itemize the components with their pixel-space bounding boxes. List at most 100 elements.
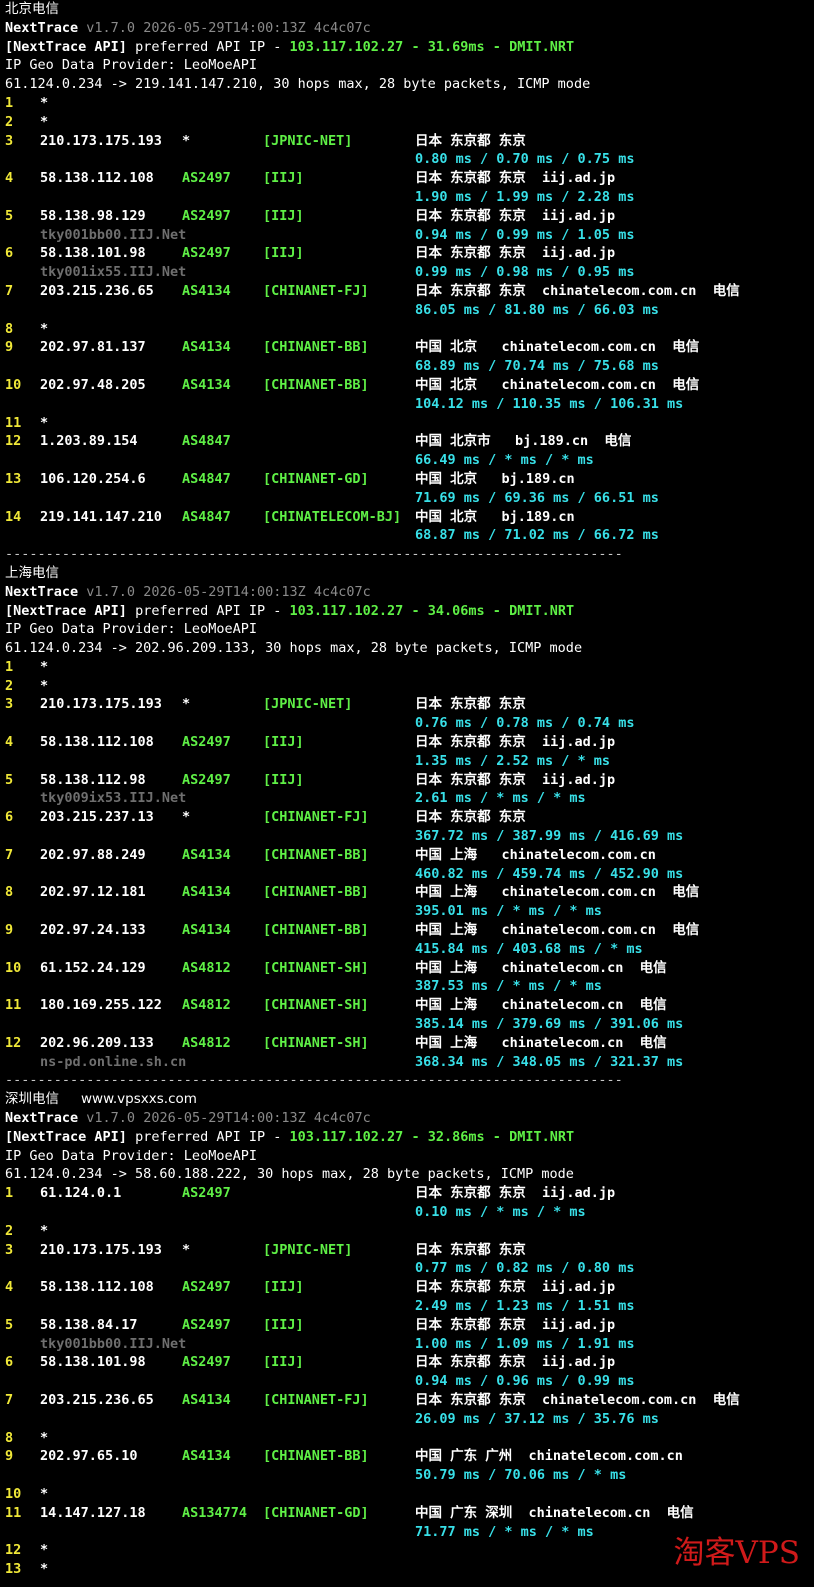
hop-ip: 202.97.12.181 (40, 884, 146, 901)
section-separator: ----------------------------------------… (5, 546, 623, 563)
hop-row: 1 * (5, 658, 814, 677)
api-ip: 103.117.102.27 (289, 1128, 404, 1145)
hop-row: 10 61.152.24.129 AS4812 [CHINANET-SH] 中国 上海 … (5, 959, 814, 978)
hop-rtt: 26.09 ms / 37.12 ms / 35.76 ms (415, 1410, 659, 1427)
hop-netname: [CHINANET-FJ] (263, 282, 369, 299)
hop-asn: AS2497 (182, 1354, 231, 1371)
hop-number: 4 (5, 170, 14, 187)
hop-row: 7 203.215.236.65 AS4134 [CHINANET-FJ] 日本 东京都… (5, 1391, 814, 1410)
hop-netname: [JPNIC-NET] (263, 696, 353, 713)
api-prefix: [NextTrace API] (5, 38, 127, 55)
hop-number: 9 (5, 1448, 14, 1465)
hop-geo: 中国 北京 chinatelecom.com.cn 电信 (415, 376, 700, 393)
hop-asn: AS4847 (182, 508, 231, 525)
hop-number: 7 (5, 846, 14, 863)
hop-number: 6 (5, 809, 14, 826)
hop-ip: 58.138.98.129 (40, 207, 146, 224)
hop-detail-row: tky001bb00.IIJ.Net 0.94 ms / 0.99 ms / 1.… (5, 226, 814, 245)
hop-row: 2 * (5, 1222, 814, 1241)
hop-asn: AS4134 (182, 1391, 231, 1408)
hop-ip: 61.152.24.129 (40, 959, 146, 976)
hop-asn: AS4134 (182, 884, 231, 901)
hop-rtt: 0.80 ms / 0.70 ms / 0.75 ms (415, 151, 635, 168)
hop-ip: 58.138.84.17 (40, 1316, 138, 1333)
hop-ip: 58.138.112.108 (40, 1279, 154, 1296)
hop-geo: 日本 东京都 东京 iij.ad.jp (415, 170, 616, 187)
hop-geo: 日本 东京都 东京 iij.ad.jp (415, 734, 616, 751)
hop-rtt: 1.35 ms / 2.52 ms / * ms (415, 752, 611, 769)
hop-ip: 106.120.254.6 (40, 470, 146, 487)
hop-rtt: 0.76 ms / 0.78 ms / 0.74 ms (415, 715, 635, 732)
hop-row: 9 202.97.24.133 AS4134 [CHINANET-BB] 中国 上海 c… (5, 921, 814, 940)
hop-geo: 中国 广东 深圳 chinatelecom.cn 电信 (415, 1504, 694, 1521)
hop-asn: AS2497 (182, 207, 231, 224)
api-latency: 32.86ms (427, 1128, 485, 1145)
api-ip: 103.117.102.27 (289, 602, 404, 619)
hop-ip: 14.147.127.18 (40, 1504, 146, 1521)
hop-rtt: 1.90 ms / 1.99 ms / 2.28 ms (415, 188, 635, 205)
hop-number: 1 (5, 1185, 14, 1202)
section-title: 北京电信 (5, 1, 59, 17)
api-prefix: [NextTrace API] (5, 1128, 127, 1145)
hop-asn: * (182, 132, 191, 149)
hop-ip: 210.173.175.193 (40, 1241, 162, 1258)
hop-netname: [CHINANET-SH] (263, 997, 369, 1014)
hop-rtt: 2.61 ms / * ms / * ms (415, 790, 586, 807)
hop-geo: 日本 东京都 东京 iij.ad.jp (415, 207, 616, 224)
api-label: preferred API IP - (135, 602, 282, 619)
hop-number: 6 (5, 245, 14, 262)
hop-detail-row: 0.10 ms / * ms / * ms (5, 1203, 814, 1222)
hop-asn: AS4847 (182, 470, 231, 487)
hop-asn: AS4812 (182, 1034, 231, 1051)
hop-geo: 中国 北京市 bj.189.cn 电信 (415, 433, 632, 450)
hop-number: 11 (5, 414, 22, 431)
hop-detail-row: 50.79 ms / 70.06 ms / * ms (5, 1466, 814, 1485)
hop-row: 13 106.120.254.6 AS4847 [CHINANET-GD] 中国 北京 … (5, 470, 814, 489)
hop-geo: 日本 东京都 东京 chinatelecom.com.cn 电信 (415, 1391, 740, 1408)
hop-asn: AS2497 (182, 170, 231, 187)
hop-netname: [CHINANET-GD] (263, 1504, 369, 1521)
hop-asn: AS4134 (182, 282, 231, 299)
hop-ip: 202.97.88.249 (40, 846, 146, 863)
hop-number: 13 (5, 470, 22, 487)
hop-netname: [IIJ] (263, 170, 304, 187)
api-dash: - (492, 38, 501, 55)
hop-netname: [JPNIC-NET] (263, 132, 353, 149)
hop-asn: AS4134 (182, 339, 231, 356)
hop-detail-row: 1.90 ms / 1.99 ms / 2.28 ms (5, 188, 814, 207)
hop-row: 8 * (5, 320, 814, 339)
hop-row: 11 14.147.127.18 AS134774 [CHINANET-GD] 中国 广… (5, 1504, 814, 1523)
hop-ip: 58.138.101.98 (40, 1354, 146, 1371)
hop-rtt: 68.87 ms / 71.02 ms / 66.72 ms (415, 527, 659, 544)
hop-asn: AS4812 (182, 997, 231, 1014)
hop-geo: 中国 上海 chinatelecom.cn 电信 (415, 1034, 667, 1051)
hop-ip: 210.173.175.193 (40, 696, 162, 713)
hop-number: 2 (5, 1222, 14, 1239)
hop-ip: 58.138.112.108 (40, 734, 154, 751)
hop-netname: [CHINANET-GD] (263, 470, 369, 487)
hop-asn: * (182, 1241, 191, 1258)
version-info: v1.7.0 2026-05-29T14:00:13Z 4c4c07c (86, 19, 371, 36)
version-line: NextTrace v1.7.0 2026-05-29T14:00:13Z 4c… (5, 19, 814, 38)
hop-detail-row: 71.69 ms / 69.36 ms / 66.51 ms (5, 489, 814, 508)
hop-netname: [CHINANET-SH] (263, 959, 369, 976)
section-title: 深圳电信 (5, 1091, 59, 1108)
hop-ip: * (40, 677, 49, 694)
version-info: v1.7.0 2026-05-29T14:00:13Z 4c4c07c (86, 583, 371, 600)
hop-rtt: 0.77 ms / 0.82 ms / 0.80 ms (415, 1260, 635, 1277)
api-dash: - (492, 1128, 501, 1145)
version-info: v1.7.0 2026-05-29T14:00:13Z 4c4c07c (86, 1110, 371, 1127)
hop-asn: AS4134 (182, 1448, 231, 1465)
hop-row: 8 * (5, 1429, 814, 1448)
hop-row: 2 * (5, 677, 814, 696)
hop-rtt: 2.49 ms / 1.23 ms / 1.51 ms (415, 1297, 635, 1314)
hop-row: 3 210.173.175.193 * [JPNIC-NET] 日本 东京都 东京 (5, 132, 814, 151)
api-label: preferred API IP - (135, 1128, 282, 1145)
hop-geo: 日本 东京都 东京 iij.ad.jp (415, 1354, 616, 1371)
hop-geo: 日本 东京都 东京 iij.ad.jp (415, 1316, 616, 1333)
hop-netname: [CHINATELECOM-BJ] (263, 508, 402, 525)
hop-asn: * (182, 809, 191, 826)
hop-number: 5 (5, 771, 14, 788)
hop-asn: AS134774 (182, 1504, 248, 1521)
hop-number: 11 (5, 997, 22, 1014)
